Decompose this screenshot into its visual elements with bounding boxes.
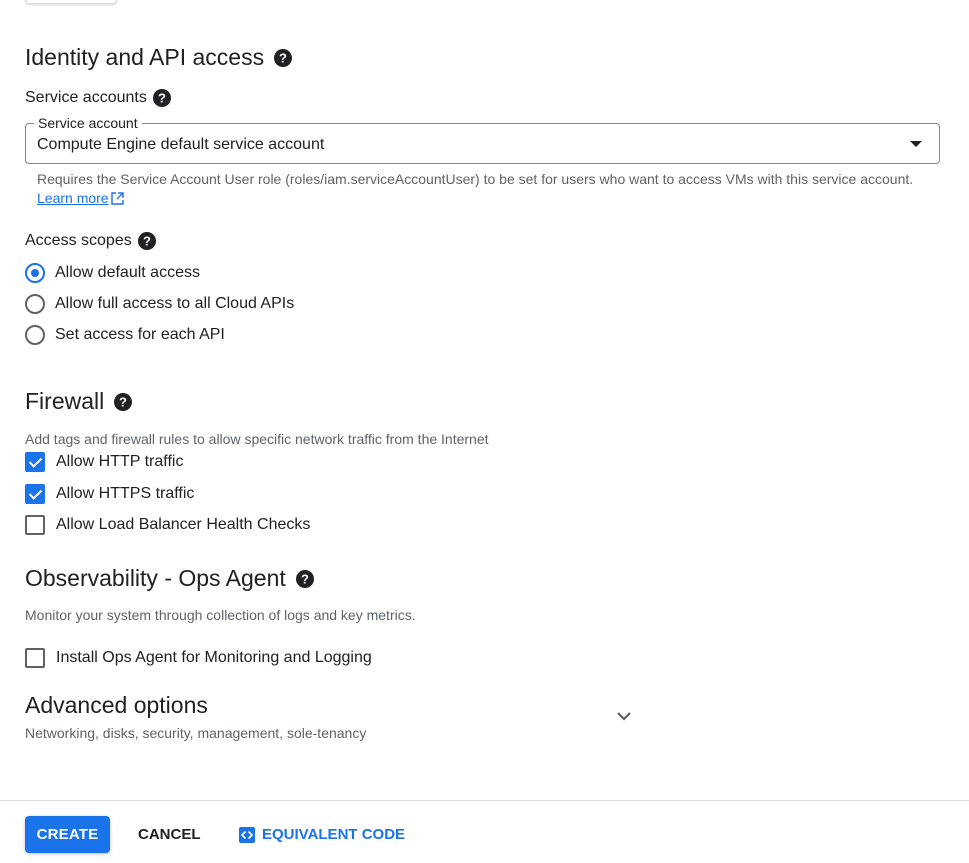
radio-option-label: Allow full access to all Cloud APIs bbox=[55, 295, 295, 312]
service-account-field-label: Service account bbox=[34, 115, 142, 131]
identity-title-text: Identity and API access bbox=[25, 44, 265, 70]
learn-more-text: Learn more bbox=[37, 190, 109, 206]
advanced-options-description: Networking, disks, security, management,… bbox=[25, 725, 367, 741]
radio-option-default-access[interactable]: Allow default access bbox=[25, 263, 200, 283]
create-instance-page: Identity and API access ? Service accoun… bbox=[0, 0, 969, 863]
firewall-description: Add tags and firewall rules to allow spe… bbox=[25, 431, 489, 447]
learn-more-link[interactable]: Learn more bbox=[37, 190, 109, 206]
radio-button[interactable] bbox=[25, 325, 45, 345]
checkbox-option-http[interactable]: Allow HTTP traffic bbox=[25, 452, 183, 472]
svg-text:?: ? bbox=[119, 394, 127, 409]
cancel-button[interactable]: CANCEL bbox=[130, 816, 209, 853]
create-button[interactable]: CREATE bbox=[25, 816, 110, 853]
service-accounts-label: Service accounts bbox=[25, 89, 147, 106]
access-scopes-heading: Access scopes ? bbox=[25, 232, 156, 250]
observability-section-title: Observability - Ops Agent ? bbox=[25, 565, 314, 592]
svg-text:?: ? bbox=[158, 91, 166, 106]
checkbox-label: Allow Load Balancer Health Checks bbox=[56, 516, 311, 533]
checkbox-checked[interactable] bbox=[25, 484, 45, 504]
radio-button[interactable] bbox=[25, 294, 45, 314]
checkbox-option-ops-agent[interactable]: Install Ops Agent for Monitoring and Log… bbox=[25, 648, 372, 668]
action-bar: CREATE CANCEL EQUIVALENT CODE bbox=[0, 800, 969, 863]
help-icon[interactable]: ? bbox=[137, 232, 156, 250]
svg-text:?: ? bbox=[301, 571, 309, 586]
advanced-options-title[interactable]: Advanced options bbox=[25, 692, 208, 719]
svg-text:?: ? bbox=[143, 234, 151, 249]
firewall-section-title: Firewall ? bbox=[25, 388, 133, 415]
observability-title-text: Observability - Ops Agent bbox=[25, 565, 286, 591]
radio-option-full-access[interactable]: Allow full access to all Cloud APIs bbox=[25, 294, 294, 314]
hint-text: Requires the Service Account User role (… bbox=[37, 171, 914, 187]
observability-description: Monitor your system through collection o… bbox=[25, 607, 416, 623]
service-accounts-heading: Service accounts ? bbox=[25, 89, 171, 107]
checkbox-checked[interactable] bbox=[25, 452, 45, 472]
identity-section-title: Identity and API access ? bbox=[25, 44, 293, 71]
firewall-title-text: Firewall bbox=[25, 388, 105, 414]
code-icon bbox=[238, 826, 256, 844]
checkbox-label: Allow HTTP traffic bbox=[56, 453, 184, 470]
radio-option-each-api[interactable]: Set access for each API bbox=[25, 325, 225, 345]
access-scopes-label: Access scopes bbox=[25, 232, 132, 249]
equivalent-code-button[interactable]: EQUIVALENT CODE bbox=[230, 816, 413, 853]
svg-text:?: ? bbox=[279, 50, 287, 65]
checkbox[interactable] bbox=[25, 515, 45, 535]
service-account-hint: Requires the Service Account User role (… bbox=[37, 170, 917, 210]
checkbox-option-lb-health[interactable]: Allow Load Balancer Health Checks bbox=[25, 515, 310, 535]
advanced-title-text: Advanced options bbox=[25, 692, 208, 718]
previous-section-button[interactable] bbox=[25, 0, 117, 4]
help-icon[interactable]: ? bbox=[152, 89, 171, 107]
equivalent-code-label: EQUIVALENT CODE bbox=[262, 826, 406, 843]
help-icon[interactable]: ? bbox=[274, 48, 293, 67]
service-account-value: Compute Engine default service account bbox=[37, 136, 325, 153]
checkbox-label: Allow HTTPS traffic bbox=[56, 485, 195, 502]
external-link-icon[interactable] bbox=[110, 191, 124, 210]
checkbox-label: Install Ops Agent for Monitoring and Log… bbox=[56, 649, 372, 666]
service-account-select[interactable]: Service account Compute Engine default s… bbox=[25, 115, 940, 164]
radio-button-selected[interactable] bbox=[25, 263, 45, 283]
help-icon[interactable]: ? bbox=[295, 569, 314, 588]
checkbox[interactable] bbox=[25, 648, 45, 668]
help-icon[interactable]: ? bbox=[114, 392, 133, 411]
radio-option-label: Allow default access bbox=[55, 264, 200, 281]
chevron-down-icon[interactable] bbox=[615, 707, 633, 725]
checkbox-option-https[interactable]: Allow HTTPS traffic bbox=[25, 484, 194, 504]
radio-option-label: Set access for each API bbox=[55, 326, 225, 343]
dropdown-arrow-icon bbox=[910, 141, 922, 147]
